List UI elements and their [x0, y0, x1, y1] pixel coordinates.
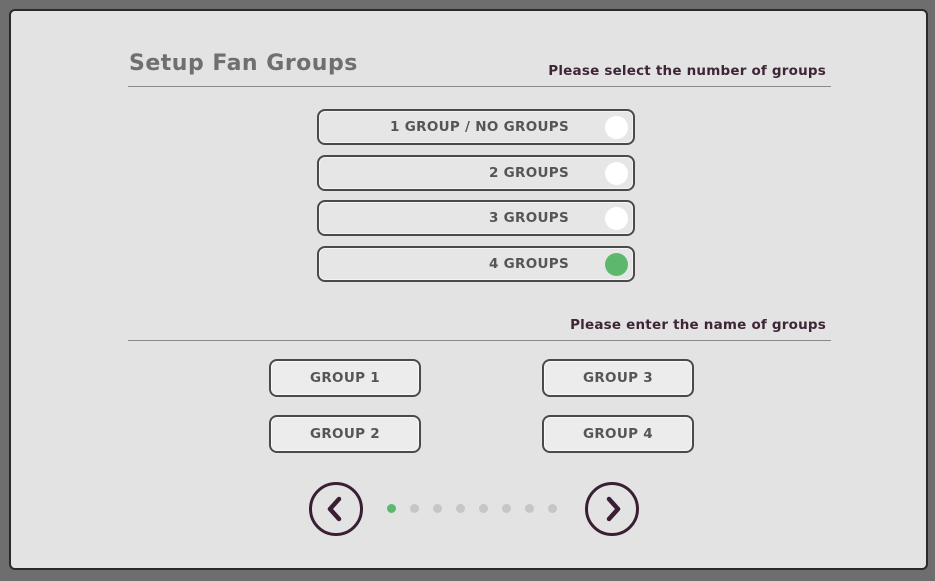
option-label: 2 GROUPS: [488, 165, 569, 181]
page-dot: [410, 504, 419, 513]
option-3-groups[interactable]: 3 GROUPS: [317, 200, 635, 236]
next-button[interactable]: [585, 482, 639, 536]
option-1-group[interactable]: 1 GROUP / NO GROUPS: [317, 109, 635, 145]
names-prompt: Please enter the name of groups: [570, 317, 826, 333]
page-dot: [502, 504, 511, 513]
radio-icon[interactable]: [605, 116, 628, 139]
chevron-right-icon: [606, 496, 621, 522]
device-frame: Setup Fan Groups Please select the numbe…: [0, 0, 935, 581]
group-4-name-button[interactable]: GROUP 4: [542, 415, 694, 453]
group-name-label: GROUP 2: [309, 426, 380, 442]
chevron-left-icon: [327, 496, 342, 522]
option-2-groups[interactable]: 2 GROUPS: [317, 155, 635, 191]
radio-icon[interactable]: [605, 207, 628, 230]
group-3-name-button[interactable]: GROUP 3: [542, 359, 694, 397]
group-name-label: GROUP 1: [309, 370, 380, 386]
divider-top: [128, 86, 831, 87]
page-dot-active: [387, 504, 396, 513]
radio-icon[interactable]: [605, 162, 628, 185]
option-label: 3 GROUPS: [488, 210, 569, 226]
option-4-groups[interactable]: 4 GROUPS: [317, 246, 635, 282]
previous-button[interactable]: [309, 482, 363, 536]
divider-bottom: [128, 340, 831, 341]
option-label: 1 GROUP / NO GROUPS: [390, 119, 569, 135]
page-dot: [456, 504, 465, 513]
number-prompt: Please select the number of groups: [548, 63, 826, 79]
page-title: Setup Fan Groups: [129, 51, 358, 76]
group-name-label: GROUP 4: [582, 426, 653, 442]
page-dot: [548, 504, 557, 513]
option-label: 4 GROUPS: [488, 256, 569, 272]
page-dot: [525, 504, 534, 513]
page-dot: [433, 504, 442, 513]
group-2-name-button[interactable]: GROUP 2: [269, 415, 421, 453]
setup-panel: Setup Fan Groups Please select the numbe…: [9, 9, 928, 570]
radio-selected-icon[interactable]: [605, 253, 628, 276]
page-dot: [479, 504, 488, 513]
group-1-name-button[interactable]: GROUP 1: [269, 359, 421, 397]
group-name-label: GROUP 3: [582, 370, 653, 386]
